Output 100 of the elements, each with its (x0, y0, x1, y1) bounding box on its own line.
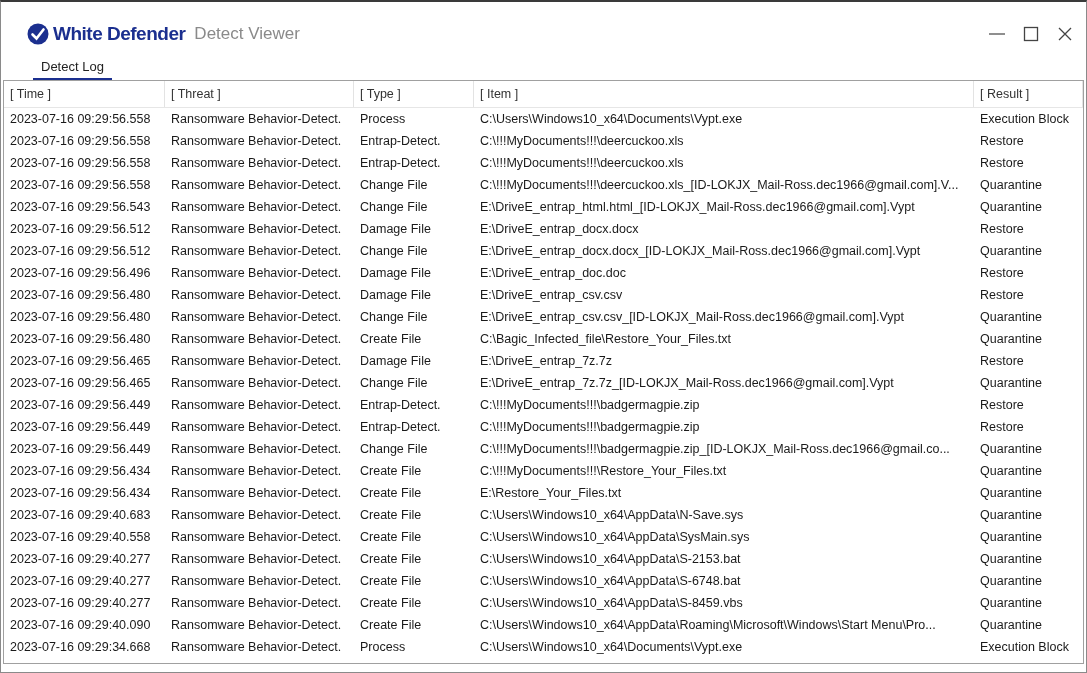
column-header[interactable]: [ Time ] (4, 81, 165, 107)
table-cell-text: Entrap-Detect. (359, 398, 442, 412)
column-header[interactable]: [ Type ] (354, 81, 474, 107)
table-cell-text: Process (359, 112, 407, 126)
table-cell-text: Restore (979, 222, 1025, 236)
table-cell-text: 2023-07-16 09:29:34.668 (9, 640, 152, 654)
table-cell-text: Create File (359, 486, 423, 500)
table-cell-text: Quarantine (979, 376, 1043, 390)
table-cell-text: Quarantine (979, 596, 1043, 610)
table-cell-text: Execution Block (979, 640, 1070, 654)
table-cell-text: C:\Users\Windows10_x64\AppData\SysMain.sys (479, 530, 751, 544)
column-header[interactable]: [ Threat ] (165, 81, 354, 107)
table-cell-text: Change File (359, 376, 429, 390)
table-cell-text: Quarantine (979, 574, 1043, 588)
table-cell-text: Ransomware Behavior-Detect. (170, 376, 343, 390)
table-cell-text: Entrap-Detect. (359, 420, 442, 434)
table-cell-text: Ransomware Behavior-Detect. (170, 398, 343, 412)
table-cell-text: Damage File (359, 288, 432, 302)
table-cell-text: 2023-07-16 09:29:40.558 (9, 530, 152, 544)
table-cell-text: 2023-07-16 09:29:56.558 (9, 112, 152, 126)
table-cell-text: C:\!!!MyDocuments!!!\badgermagpie.zip (479, 420, 701, 434)
table-cell-text: 2023-07-16 09:29:56.558 (9, 134, 152, 148)
table-cell-text: Quarantine (979, 200, 1043, 214)
table-cell-text: Ransomware Behavior-Detect. (170, 288, 343, 302)
table-cell-text: Ransomware Behavior-Detect. (170, 552, 343, 566)
table-cell-text: 2023-07-16 09:29:56.558 (9, 178, 152, 192)
table-cell-text: Ransomware Behavior-Detect. (170, 530, 343, 544)
table-cell-text: Ransomware Behavior-Detect. (170, 508, 343, 522)
table-cell-text: 2023-07-16 09:29:56.465 (9, 354, 152, 368)
table-cell-text: C:\Users\Windows10_x64\AppData\N-Save.sys (479, 508, 745, 522)
table-cell-text: Quarantine (979, 464, 1043, 478)
table-cell-text: Ransomware Behavior-Detect. (170, 618, 343, 632)
maximize-icon[interactable] (1022, 25, 1040, 43)
table-cell-text: Ransomware Behavior-Detect. (170, 112, 343, 126)
table-cell-text: Ransomware Behavior-Detect. (170, 178, 343, 192)
table-cell-text: C:\Users\Windows10_x64\AppData\S-2153.bat (479, 552, 742, 566)
table-cell-text: E:\DriveE_entrap_7z.7z (479, 354, 613, 368)
window-title: Detect Viewer (194, 24, 300, 44)
table-cell-text: Entrap-Detect. (359, 134, 442, 148)
table-cell-text: 2023-07-16 09:29:56.449 (9, 442, 152, 456)
table-cell-text: Ransomware Behavior-Detect. (170, 222, 343, 236)
table-cell-text: Execution Block (979, 112, 1070, 126)
table-cell-text: C:\Users\Windows10_x64\Documents\Vypt.exe (479, 640, 744, 654)
table-cell-text: C:\Bagic_Infected_file\Restore_Your_Files.txt (479, 332, 733, 346)
tab[interactable]: Detect Log (33, 59, 112, 80)
table-cell-text: Quarantine (979, 244, 1043, 258)
table-cell-text: Restore (979, 266, 1025, 280)
table-cell-text: 2023-07-16 09:29:56.480 (9, 288, 152, 302)
table-cell-text: Damage File (359, 354, 432, 368)
table-cell-text: C:\!!!MyDocuments!!!\Restore_Your_Files.txt (479, 464, 728, 478)
table-cell-text: 2023-07-16 09:29:56.512 (9, 244, 152, 258)
table-cell-text: C:\!!!MyDocuments!!!\deercuckoo.xls (479, 156, 685, 170)
table-cell-text: Ransomware Behavior-Detect. (170, 310, 343, 324)
check-logo-icon (27, 23, 49, 45)
table-cell-text: E:\DriveE_entrap_doc.doc (479, 266, 627, 280)
close-icon[interactable] (1056, 25, 1074, 43)
table-cell-text: C:\Users\Windows10_x64\AppData\S-8459.vbs (479, 596, 744, 610)
table-cell-text: E:\DriveE_entrap_docx.docx_[ID-LOKJX_Mail-Ross.dec1966@gmail.com].Vypt (479, 244, 922, 258)
table-cell-text: Ransomware Behavior-Detect. (170, 486, 343, 500)
table-cell-text: C:\!!!MyDocuments!!!\badgermagpie.zip_[ID-LOKJX_Mail-Ross.dec1966@gmail.co... (479, 442, 951, 456)
table-cell-text: Ransomware Behavior-Detect. (170, 354, 343, 368)
table-cell-text: Create File (359, 508, 423, 522)
table-cell-text: E:\DriveE_entrap_csv.csv (479, 288, 624, 302)
table-cell-text: 2023-07-16 09:29:56.434 (9, 464, 152, 478)
table-cell-text: Quarantine (979, 530, 1043, 544)
table-cell-text: C:\!!!MyDocuments!!!\badgermagpie.zip (479, 398, 701, 412)
brand-name: White Defender (53, 23, 186, 45)
table-cell-text: E:\DriveE_entrap_csv.csv_[ID-LOKJX_Mail-Ross.dec1966@gmail.com].Vypt (479, 310, 905, 324)
table-cell-text: Create File (359, 552, 423, 566)
table-cell-text: C:\Users\Windows10_x64\AppData\Roaming\Microsoft\Windows\Start Menu\Pro... (479, 618, 937, 632)
table-cell-text: Change File (359, 178, 429, 192)
table-cell-text: 2023-07-16 09:29:56.496 (9, 266, 152, 280)
table-cell-text: Change File (359, 244, 429, 258)
table-cell-text: Process (359, 640, 407, 654)
table-cell-text: Ransomware Behavior-Detect. (170, 420, 343, 434)
column-header[interactable]: [ Item ] (474, 81, 974, 107)
table-cell-text: Change File (359, 310, 429, 324)
table-cell-text: Create File (359, 530, 423, 544)
column-header[interactable]: [ Result ] (974, 81, 1083, 107)
table-cell-text: 2023-07-16 09:29:40.090 (9, 618, 152, 632)
table-cell-text: 2023-07-16 09:29:56.480 (9, 310, 152, 324)
table-cell-text: Ransomware Behavior-Detect. (170, 332, 343, 346)
table-cell-text: Quarantine (979, 486, 1043, 500)
table-cell-text: Change File (359, 442, 429, 456)
table-cell-text: E:\Restore_Your_Files.txt (479, 486, 623, 500)
table-cell-text: Entrap-Detect. (359, 156, 442, 170)
table-cell-text: 2023-07-16 09:29:56.543 (9, 200, 152, 214)
table-cell-text: Quarantine (979, 508, 1043, 522)
table-cell-text: 2023-07-16 09:29:56.512 (9, 222, 152, 236)
table-cell-text: Damage File (359, 222, 432, 236)
table-cell-text: 2023-07-16 09:29:56.449 (9, 420, 152, 434)
table-cell-text: Ransomware Behavior-Detect. (170, 464, 343, 478)
table-cell-text: E:\DriveE_entrap_7z.7z_[ID-LOKJX_Mail-Ross.dec1966@gmail.com].Vypt (479, 376, 895, 390)
table-cell-text: Quarantine (979, 310, 1043, 324)
table-cell-text: Restore (979, 398, 1025, 412)
table-cell-text: Create File (359, 332, 423, 346)
table-cell-text: Quarantine (979, 552, 1043, 566)
table-cell-text: Create File (359, 464, 423, 478)
table-cell-text: Create File (359, 596, 423, 610)
table-cell-text: 2023-07-16 09:29:56.558 (9, 156, 152, 170)
